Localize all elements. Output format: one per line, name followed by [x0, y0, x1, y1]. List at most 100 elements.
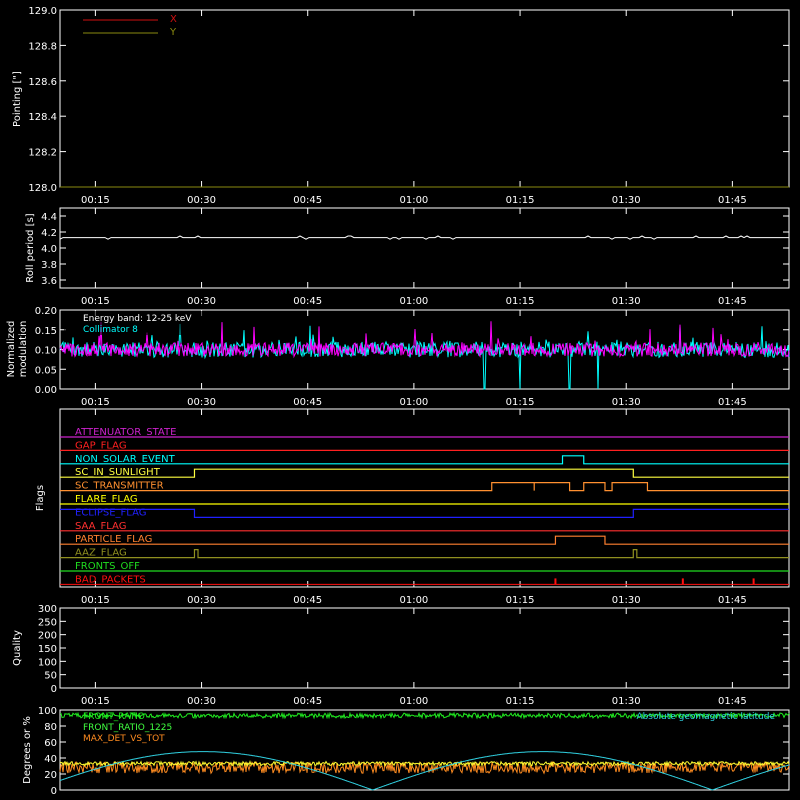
flag-row: BAD_PACKETS: [60, 574, 789, 585]
flag-label: SC_TRANSMITTER: [75, 481, 164, 492]
x-tick-label: 01:00: [399, 296, 428, 307]
x-tick-label: 01:00: [399, 595, 428, 606]
series-geomagnetic-latitude: [59, 751, 790, 791]
y-tick-label: 60: [44, 738, 57, 749]
y-tick-label: 128.8: [28, 41, 57, 52]
x-tick-label: 01:45: [718, 696, 747, 707]
flag-label: SC_IN_SUNLIGHT: [75, 467, 161, 478]
y-tick-label: 0.10: [35, 346, 57, 357]
x-tick-label: 01:00: [399, 696, 428, 707]
flag-row: NON_SOLAR_EVENT: [60, 454, 789, 465]
flag-row: SC_IN_SUNLIGHT: [60, 467, 789, 478]
xticks-flags: 00:15 00:30 00:45 01:00 01:15 01:30 01:45: [81, 409, 747, 606]
xticks-roll-period: 00:15 00:30 00:45 01:00 01:15 01:30 01:45: [81, 208, 747, 307]
ylabel-flags: Flags: [35, 485, 46, 511]
x-tick-label: 01:30: [612, 397, 641, 408]
x-tick-label: 00:30: [187, 595, 216, 606]
x-tick-label: 01:30: [612, 296, 641, 307]
yticks-pointing: 129.0 128.8 128.6 128.4 128.2 128.0: [28, 6, 789, 194]
y-tick-label: 4.4: [41, 212, 57, 223]
y-tick-label: 300: [38, 604, 57, 615]
legend-label-collimator-8: Collimator 8: [83, 325, 138, 335]
x-tick-label: 00:15: [81, 696, 110, 707]
flag-line: [60, 482, 789, 492]
ylabel-modulation-line1: Normalized: [6, 321, 17, 378]
y-tick-label: 128.2: [28, 148, 57, 159]
panel-pointing: Pointing ["] 129.0128.8128.6128.4128.212…: [12, 6, 790, 206]
energy-band-label: Energy band: 12-25 keV: [83, 314, 192, 324]
yticks-roll-period: 4.4 4.2 4.0 3.8 3.6: [41, 212, 789, 287]
annotation-geomagnetic-latitude: Absolute geomagnetic latitude: [636, 712, 775, 722]
y-tick-label: 3.6: [41, 276, 57, 287]
flag-row: ATTENUATOR_STATE: [60, 427, 789, 438]
y-tick-label: 50: [44, 671, 57, 682]
flag-row: FRONTS_OFF: [60, 561, 789, 572]
x-tick-label: 00:30: [187, 296, 216, 307]
legend-label-y: Y: [169, 27, 177, 38]
flag-label: FRONTS_OFF: [75, 561, 140, 572]
y-tick-label: 128.0: [28, 183, 57, 194]
series-roll-period: [59, 235, 789, 240]
flag-row: PARTICLE_FLAG: [60, 534, 789, 545]
y-tick-label: 3.8: [41, 260, 57, 271]
flag-row: ECLIPSE_FLAG: [60, 507, 789, 518]
x-tick-label: 01:30: [612, 696, 641, 707]
y-tick-label: 150: [38, 644, 57, 655]
flag-row: FLARE_FLAG: [60, 494, 789, 505]
x-tick-label: 01:45: [718, 595, 747, 606]
yticks-quality: 300 250 200 150 100 50 0: [38, 604, 789, 695]
figure: Pointing ["] 129.0128.8128.6128.4128.212…: [6, 6, 790, 797]
x-tick-label: 00:45: [293, 296, 322, 307]
panel-roll-period: Roll period [s] 4.44.24.03.83.6 00:15 00:…: [25, 207, 790, 307]
y-tick-label: 0.05: [35, 365, 57, 376]
x-tick-label: 01:00: [399, 195, 428, 206]
x-tick-label: 01:15: [506, 397, 535, 408]
x-tick-label: 00:45: [293, 595, 322, 606]
xticks-quality: 00:15 00:30 00:45 01:00 01:15 01:30 01:45: [81, 608, 747, 707]
x-tick-label: 01:15: [506, 696, 535, 707]
x-tick-label: 00:15: [81, 397, 110, 408]
flag-label: AAZ_FLAG: [75, 548, 127, 559]
x-tick-label: 00:30: [187, 696, 216, 707]
flag-row: GAP_FLAG: [60, 440, 789, 451]
y-tick-label: 129.0: [28, 6, 57, 17]
y-tick-label: 0: [51, 684, 57, 695]
frame-roll-period: [59, 207, 790, 289]
flag-label: ATTENUATOR_STATE: [75, 427, 176, 438]
flag-label: FLARE_FLAG: [75, 494, 138, 505]
flag-row: AAZ_FLAG: [60, 548, 789, 559]
x-tick-label: 01:45: [718, 397, 747, 408]
frame-degrees: [59, 709, 790, 791]
x-tick-label: 01:15: [506, 195, 535, 206]
x-tick-label: 00:30: [187, 195, 216, 206]
x-tick-label: 01:45: [718, 296, 747, 307]
flag-line: [60, 508, 789, 518]
legend-label-max-det-vs-tot: MAX_DET_VS_TOT: [83, 734, 165, 744]
y-tick-label: 4.0: [41, 244, 57, 255]
flag-line: [60, 535, 789, 545]
ylabel-degrees: Degrees or %: [22, 716, 33, 784]
y-tick-label: 0.20: [35, 306, 57, 317]
x-tick-label: 01:30: [612, 195, 641, 206]
ylabel-pointing: Pointing ["]: [12, 71, 23, 127]
flag-label: NON_SOLAR_EVENT: [75, 454, 176, 465]
flag-row: SC_TRANSMITTER: [60, 481, 789, 492]
y-tick-label: 40: [44, 754, 57, 765]
ylabel-roll-period: Roll period [s]: [25, 213, 36, 282]
x-tick-label: 01:15: [506, 595, 535, 606]
y-tick-label: 20: [44, 770, 57, 781]
y-tick-label: 200: [38, 631, 57, 642]
y-tick-label: 0.00: [35, 385, 57, 396]
x-tick-label: 01:15: [506, 296, 535, 307]
x-tick-label: 00:45: [293, 696, 322, 707]
legend-label-x: X: [170, 14, 177, 25]
x-tick-label: 00:15: [81, 195, 110, 206]
x-tick-label: 01:30: [612, 595, 641, 606]
flag-line: [60, 468, 789, 478]
x-tick-label: 00:15: [81, 595, 110, 606]
ylabel-quality: Quality: [12, 630, 23, 666]
x-tick-label: 01:45: [718, 195, 747, 206]
y-tick-label: 4.2: [41, 228, 57, 239]
flag-label: BAD_PACKETS: [75, 574, 146, 585]
x-tick-label: 00:45: [293, 397, 322, 408]
